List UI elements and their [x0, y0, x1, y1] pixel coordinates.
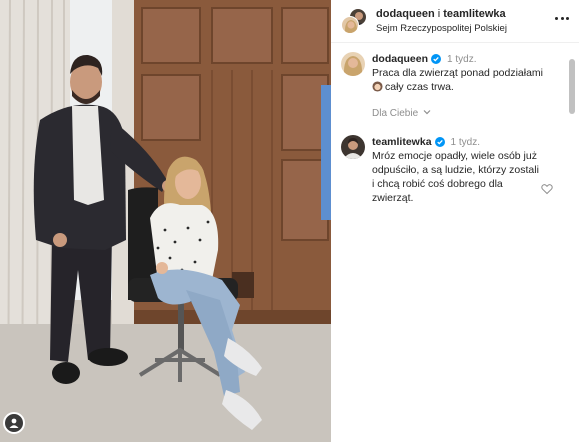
photo-scene — [0, 0, 331, 442]
author-link-1[interactable]: dodaqueen — [376, 8, 435, 20]
comment-username[interactable]: dodaqueen — [372, 53, 428, 65]
comment-header: teamlitewka 1 tydz. — [372, 136, 480, 148]
post-authors: dodaqueen i teamlitewka — [376, 8, 506, 20]
post-location[interactable]: Sejm Rzeczypospolitej Polskiej — [376, 23, 507, 34]
authors-connector: i — [437, 8, 441, 20]
comment-avatar[interactable] — [341, 135, 365, 159]
face-emoji-icon — [372, 81, 383, 92]
avatar-dodaqueen[interactable] — [341, 16, 359, 34]
post-photo[interactable] — [0, 0, 331, 442]
comment-header: dodaqueen 1 tydz. — [372, 53, 476, 65]
verified-badge-icon — [434, 137, 445, 147]
profile-icon[interactable] — [3, 412, 25, 434]
comment-text: Mróz emocje opadły, wiele osób już odpuś… — [372, 150, 539, 204]
comment-text-line-2: cały czas trwa. — [385, 81, 454, 93]
comment-time[interactable]: 1 tydz. — [447, 54, 476, 65]
verified-badge-icon — [431, 54, 442, 64]
collab-avatars[interactable] — [341, 8, 367, 34]
more-options-icon[interactable] — [555, 15, 569, 21]
comment-username[interactable]: teamlitewka — [372, 136, 432, 148]
comments-panel: dodaqueen 1 tydz. Praca dla zwierząt pon… — [331, 43, 579, 442]
author-link-2[interactable]: teamlitewka — [443, 8, 505, 20]
heart-outline-icon[interactable] — [541, 183, 553, 195]
comment-avatar[interactable] — [341, 52, 365, 76]
comment-text-line-1: Praca dla zwierząt ponad podziałami — [372, 67, 544, 79]
comments-scrollbar[interactable] — [569, 59, 575, 114]
replies-toggle-label: Dla Ciebie — [372, 108, 419, 119]
comment-text: Praca dla zwierząt ponad podziałami cały… — [372, 66, 547, 94]
comment-time[interactable]: 1 tydz. — [451, 137, 480, 148]
replies-toggle[interactable]: Dla Ciebie — [372, 108, 431, 119]
post-header: dodaqueen i teamlitewka Sejm Rzeczypospo… — [331, 0, 579, 43]
chevron-down-icon — [423, 110, 431, 115]
